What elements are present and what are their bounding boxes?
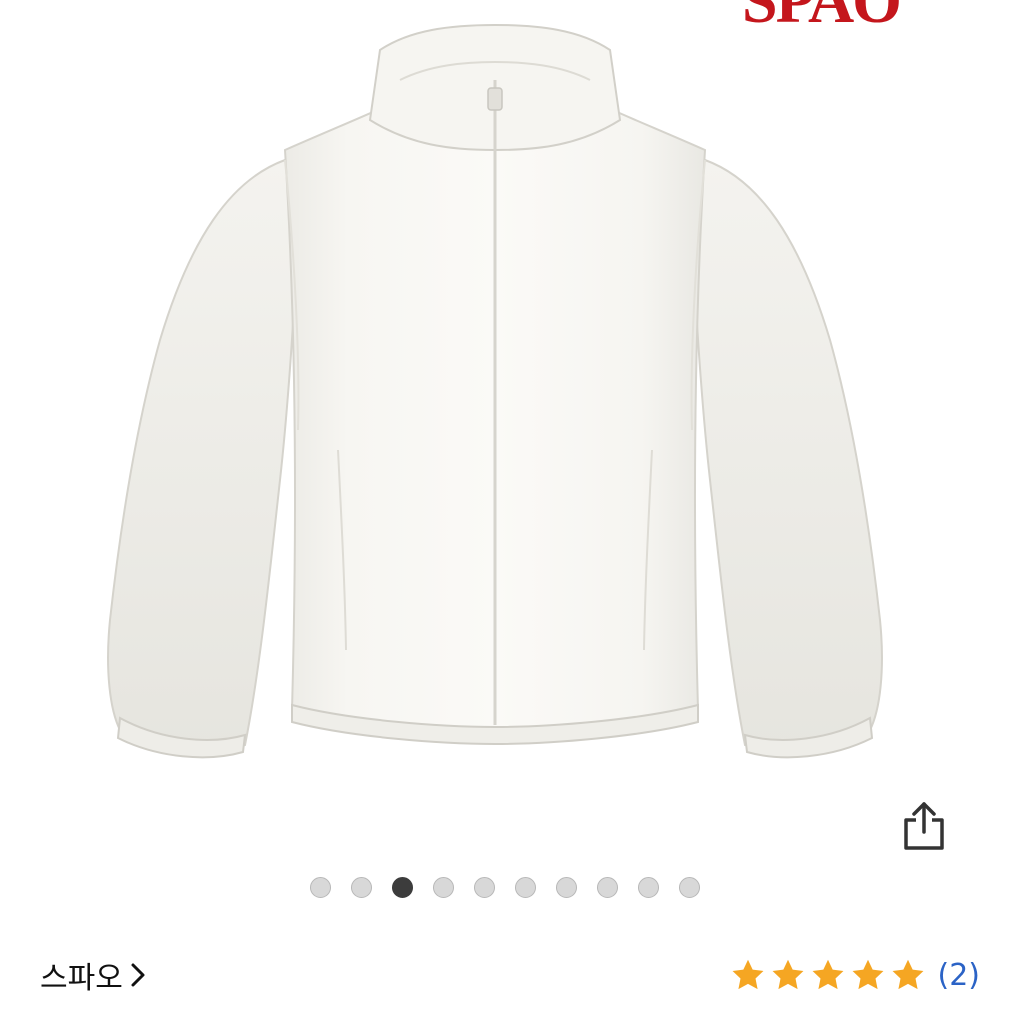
review-count[interactable]: (2) [938,958,981,993]
star-icon [892,959,923,990]
carousel-dot-4[interactable] [432,877,454,898]
carousel-dot-1[interactable] [309,877,331,898]
carousel-dot-2[interactable] [350,877,372,898]
carousel-dot-3-active[interactable] [391,877,413,898]
star-icon [772,959,803,990]
share-icon [904,802,944,850]
brand-name: 스파오 [40,961,123,996]
carousel-dot-6[interactable] [514,877,536,898]
star-icon [812,959,843,990]
carousel-dot-10[interactable] [678,877,700,898]
brand-link[interactable]: 스파오 [40,953,147,997]
rating[interactable]: (2) [730,957,981,993]
star-icon [732,959,763,990]
share-button[interactable] [892,796,956,856]
product-image [107,23,883,759]
carousel-dot-9[interactable] [637,877,659,898]
chevron-right-icon [131,963,145,987]
carousel-dot-5[interactable] [473,877,495,898]
brand-rating-row: 스파오 (2) [40,948,980,1002]
carousel-dot-7[interactable] [555,877,577,898]
product-detail-page: SPAO [0,0,1009,1009]
carousel-pagination [0,877,1009,899]
product-image-gallery[interactable]: SPAO [0,0,1009,860]
star-icon [852,959,883,990]
carousel-dot-8[interactable] [596,877,618,898]
